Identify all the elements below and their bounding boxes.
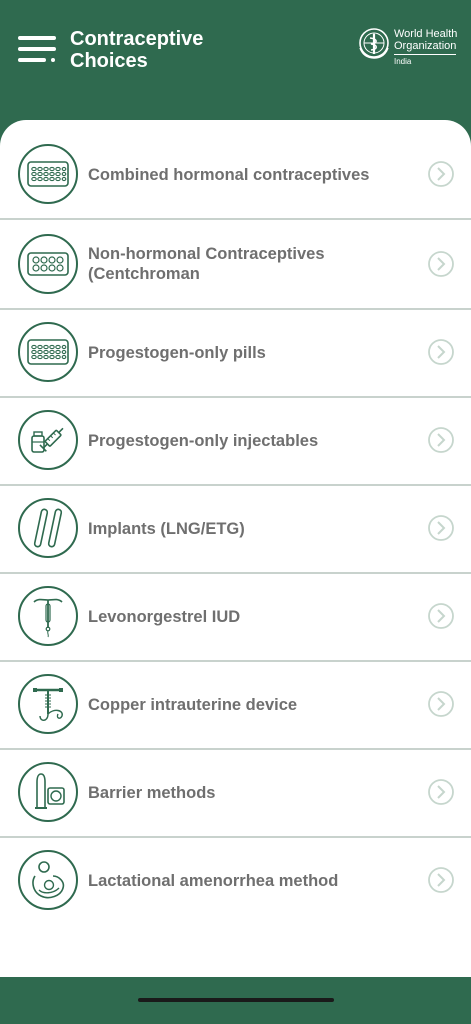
list-item-label: Lactational amenorrhea method [88, 872, 339, 890]
contraceptive-list: Combined hormonal contraceptives Non-hor… [0, 132, 471, 924]
list-item-label: Implants (LNG/ETG) [88, 520, 245, 538]
chevron-right-icon[interactable] [428, 339, 454, 365]
list-item-copper-iud[interactable]: Copper intrauterine device [0, 662, 471, 750]
iud-icon [18, 586, 78, 646]
page-title-line1: Contraceptive [70, 28, 204, 50]
pill-pack-icon [18, 144, 78, 204]
who-logo: World Health Organization India [357, 26, 463, 70]
chevron-right-icon[interactable] [428, 867, 454, 893]
who-emblem-icon [359, 28, 389, 59]
tablet-strip-icon [18, 234, 78, 294]
org-country: India [394, 57, 412, 66]
home-indicator[interactable] [138, 998, 334, 1002]
chevron-right-icon[interactable] [428, 603, 454, 629]
list-item-barrier-methods[interactable]: Barrier methods [0, 750, 471, 838]
chevron-right-icon[interactable] [428, 779, 454, 805]
chevron-right-icon[interactable] [428, 161, 454, 187]
breastfeeding-icon [18, 850, 78, 910]
page-title-line2: Choices [70, 50, 148, 72]
org-name: World Health Organization [394, 28, 464, 52]
pill-pack-icon [18, 322, 78, 382]
org-name-line1: World Health [394, 28, 458, 40]
bottom-bar [0, 977, 471, 1024]
copper-iud-icon [18, 674, 78, 734]
list-item-label: Copper intrauterine device [88, 696, 298, 714]
page-title: Contraceptive Choices [70, 28, 270, 72]
list-item-label: Non-hormonal Contraceptives (Centchroman [88, 245, 325, 283]
list-item-levonorgestrel-iud[interactable]: Levonorgestrel IUD [0, 574, 471, 662]
list-item-progestogen-injectables[interactable]: Progestogen-only injectables [0, 398, 471, 486]
list-item-label: Levonorgestrel IUD [88, 608, 241, 626]
list-item-progestogen-pills[interactable]: Progestogen-only pills [0, 310, 471, 398]
chevron-right-icon[interactable] [428, 515, 454, 541]
chevron-right-icon[interactable] [428, 251, 454, 277]
list-item-label: Progestogen-only injectables [88, 432, 319, 450]
chevron-right-icon[interactable] [428, 427, 454, 453]
app-header: Contraceptive Choices World Health Organ… [0, 0, 471, 130]
list-item-combined-hormonal[interactable]: Combined hormonal contraceptives [0, 132, 471, 220]
list-item-label: Barrier methods [88, 784, 216, 802]
list-item-implants[interactable]: Implants (LNG/ETG) [0, 486, 471, 574]
org-name-line2: Organization [394, 40, 457, 52]
list-item-lactational-amenorrhea[interactable]: Lactational amenorrhea method [0, 838, 471, 924]
content-card: Combined hormonal contraceptives Non-hor… [0, 120, 471, 977]
hamburger-menu-icon[interactable] [18, 36, 60, 64]
implant-rods-icon [18, 498, 78, 558]
chevron-right-icon[interactable] [428, 691, 454, 717]
list-item-label: Progestogen-only pills [88, 344, 266, 362]
condom-icon [18, 762, 78, 822]
list-item-non-hormonal[interactable]: Non-hormonal Contraceptives (Centchroman [0, 220, 471, 310]
syringe-vial-icon [18, 410, 78, 470]
list-item-label: Combined hormonal contraceptives [88, 166, 370, 184]
org-divider [394, 54, 456, 55]
